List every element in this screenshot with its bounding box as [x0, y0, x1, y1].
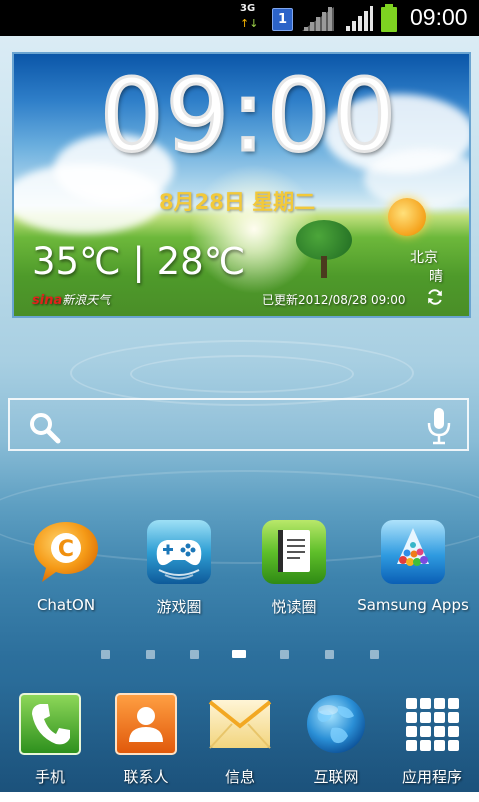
google-search-bar[interactable] [8, 398, 469, 451]
sun-icon [388, 198, 426, 236]
app-label: 悦读圈 [271, 598, 317, 616]
home-screen: 3G ↑↓ 1 09:00 09:00 8月28日 星期二 35℃ | 28℃ … [0, 0, 479, 802]
network-type-label: 3G [240, 3, 256, 14]
weather-city[interactable]: 北京 [410, 247, 438, 267]
water-ripple [70, 340, 414, 406]
dock: 手机 联系人 信息 互联网 应用程序 [0, 680, 479, 802]
app-game-circle[interactable]: 游戏圈 [129, 518, 229, 617]
widget-clock: 09:00 [98, 57, 399, 174]
dock-label: 联系人 [123, 768, 169, 786]
svg-text:C: C [58, 537, 74, 562]
sina-logo: sina [32, 293, 63, 308]
dock-phone[interactable]: 手机 [2, 692, 98, 787]
signal-strength-icon [302, 7, 334, 31]
page-indicator[interactable] [0, 645, 479, 665]
phone-icon [19, 693, 81, 755]
dock-applications[interactable]: 应用程序 [384, 692, 479, 787]
data-activity-icon: ↑↓ [240, 17, 259, 30]
app-samsung-apps[interactable]: Samsung Apps [357, 518, 469, 614]
page-dot[interactable] [146, 650, 155, 659]
app-label: 游戏圈 [156, 598, 202, 616]
app-label: ChatON [36, 596, 96, 614]
weather-condition: 晴 [429, 269, 443, 285]
temperature-range: 35℃ | 28℃ [32, 240, 246, 283]
contacts-icon [115, 693, 177, 755]
page-dot[interactable] [190, 650, 199, 659]
chaton-icon: C [34, 522, 98, 582]
dock-internet[interactable]: 互联网 [288, 692, 384, 787]
weather-clock-widget[interactable]: 09:00 8月28日 星期二 35℃ | 28℃ 北京 晴 sina新浪天气 … [12, 52, 471, 318]
page-dot[interactable] [280, 650, 289, 659]
refresh-icon[interactable] [426, 288, 444, 306]
game-controller-icon [147, 520, 211, 584]
bottom-border [0, 792, 479, 802]
dock-label: 互联网 [313, 768, 359, 786]
page-dot-active[interactable] [232, 650, 246, 658]
weather-provider: sina新浪天气 [32, 291, 110, 308]
dock-messages[interactable]: 信息 [192, 692, 288, 787]
app-chaton[interactable]: C ChatON [16, 518, 116, 614]
dock-label: 信息 [224, 768, 255, 786]
dock-contacts[interactable]: 联系人 [98, 692, 194, 787]
book-icon [262, 520, 326, 584]
battery-icon [381, 4, 397, 32]
page-dot[interactable] [325, 650, 334, 659]
messages-icon [208, 700, 272, 749]
app-reading-circle[interactable]: 悦读圈 [244, 518, 344, 617]
status-bar[interactable]: 3G ↑↓ 1 09:00 [0, 0, 479, 36]
signal-strength-icon [346, 6, 373, 31]
page-dot[interactable] [101, 650, 110, 659]
dock-label: 手机 [34, 768, 65, 786]
updated-timestamp: 已更新2012/08/28 09:00 [262, 293, 406, 307]
search-icon[interactable] [28, 411, 62, 445]
app-grid-icon [406, 698, 459, 751]
internet-globe-icon [307, 695, 365, 753]
app-label: Samsung Apps [357, 596, 469, 614]
widget-date: 8月28日 星期二 [159, 190, 316, 214]
dock-label: 应用程序 [401, 768, 462, 786]
status-clock: 09:00 [410, 4, 468, 30]
page-dot[interactable] [370, 650, 379, 659]
microphone-icon[interactable] [426, 407, 452, 445]
sim-card-icon: 1 [272, 8, 293, 31]
samsung-apps-icon [381, 520, 445, 584]
provider-name: 新浪天气 [62, 293, 111, 307]
